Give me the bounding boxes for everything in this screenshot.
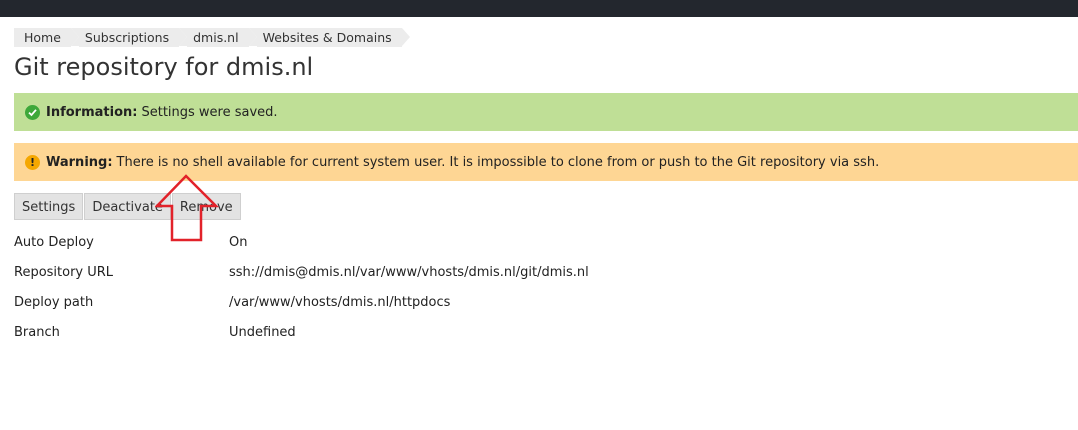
detail-value: ssh://dmis@dmis.nl/var/www/vhosts/dmis.n… [229,265,589,280]
red-up-arrow-icon [155,174,219,242]
settings-button[interactable]: Settings [14,193,84,220]
top-bar [0,0,1078,17]
detail-value: Undefined [229,325,296,340]
repository-details: Auto Deploy On Repository URL ssh://dmis… [14,233,714,353]
info-message: Information: Settings were saved. [14,93,1078,131]
warning-text: There is no shell available for current … [116,154,880,170]
info-label: Information: [46,104,138,120]
info-text: Settings were saved. [141,104,278,120]
detail-row-repository-url: Repository URL ssh://dmis@dmis.nl/var/ww… [14,263,714,293]
detail-row-auto-deploy: Auto Deploy On [14,233,714,263]
breadcrumb-home[interactable]: Home [14,28,79,47]
breadcrumb-subscriptions[interactable]: Subscriptions [70,28,188,47]
breadcrumb-websites-domains[interactable]: Websites & Domains [248,28,410,47]
detail-label: Branch [14,325,60,340]
page-title: Git repository for dmis.nl [14,53,314,81]
detail-label: Auto Deploy [14,235,94,250]
detail-label: Deploy path [14,295,94,310]
warning-label: Warning: [46,154,113,170]
detail-value: On [229,235,248,250]
exclamation-circle-icon: ! [25,154,40,170]
check-circle-icon [25,104,40,120]
detail-label: Repository URL [14,265,114,280]
detail-row-branch: Branch Undefined [14,323,714,353]
breadcrumb: Home Subscriptions dmis.nl Websites & Do… [14,28,410,47]
detail-row-deploy-path: Deploy path /var/www/vhosts/dmis.nl/http… [14,293,714,323]
detail-value: /var/www/vhosts/dmis.nl/httpdocs [229,295,451,310]
breadcrumb-domain[interactable]: dmis.nl [179,28,258,47]
